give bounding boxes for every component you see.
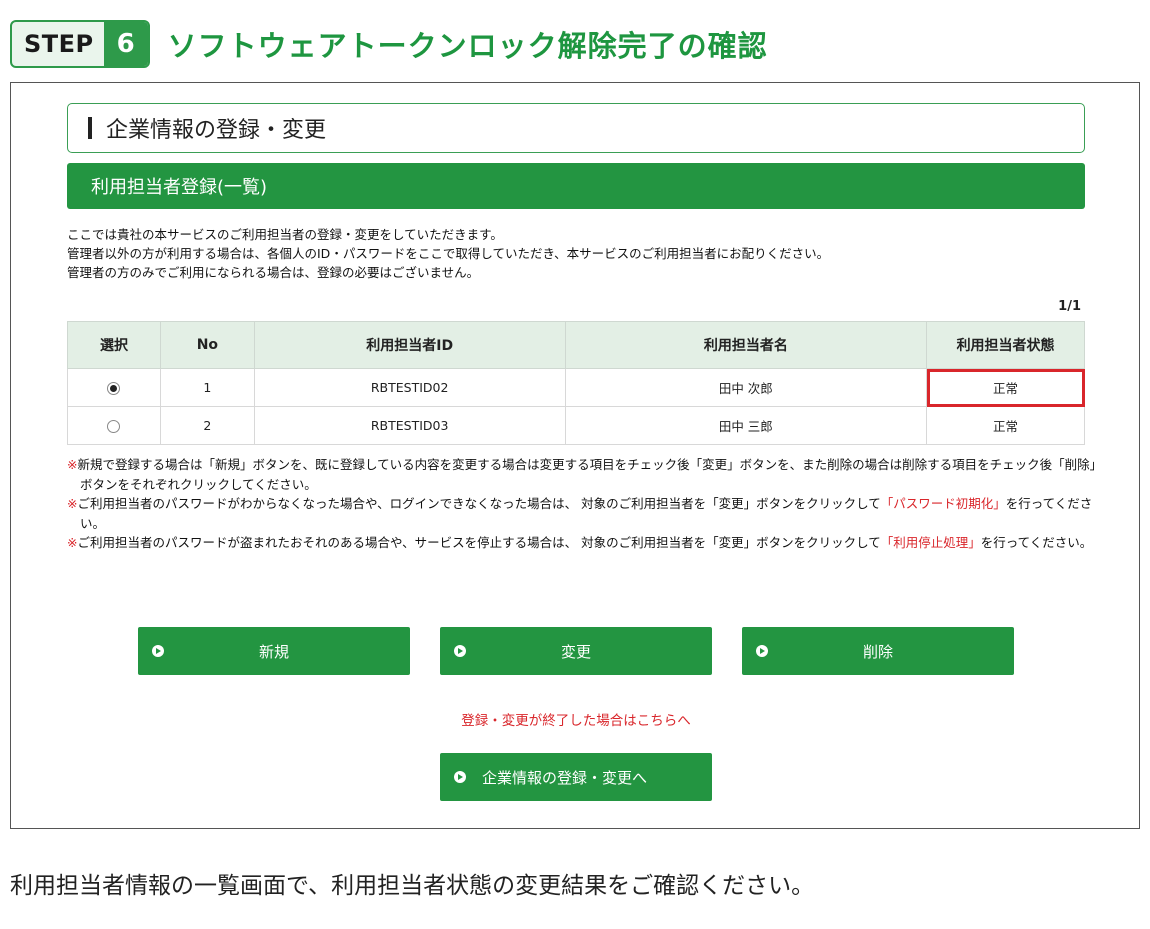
note-emphasis: 「利用停止処理」: [880, 535, 981, 550]
play-circle-icon: [454, 771, 466, 783]
note-mark: ※: [67, 535, 78, 550]
description-line: 管理者の方のみでご利用になられる場合は、登録の必要はございません。: [67, 265, 480, 280]
header-user-id: 利用担当者ID: [253, 321, 566, 369]
step-title: ソフトウェアトークンロック解除完了の確認: [167, 29, 768, 63]
back-to-company-info-button[interactable]: 企業情報の登録・変更へ: [440, 753, 712, 801]
status-cell-highlighted: 正常: [926, 368, 1085, 407]
note-mark: ※: [67, 457, 78, 472]
user-id-cell: RBTESTID02: [253, 368, 566, 407]
step-header: STEP 6 ソフトウェアトークンロック解除完了の確認: [10, 20, 768, 68]
note-text: ご利用担当者のパスワードが盗まれたおそれのある場合や、サービスを停止する場合は、…: [77, 535, 881, 550]
note-password-reset: ※ご利用担当者のパスワードがわからなくなった場合や、ログインできなくなった場合は…: [67, 494, 1097, 533]
user-name-cell: 田中 三郎: [564, 406, 928, 445]
select-radio[interactable]: [107, 420, 121, 433]
finish-link-text: 登録・変更が終了した場合はこちらへ: [461, 713, 691, 729]
new-button[interactable]: 新規: [138, 627, 410, 675]
header-select: 選択: [67, 321, 161, 369]
table-row: 2 RBTESTID03 田中 三郎 正常: [67, 406, 1085, 445]
caption: 利用担当者情報の一覧画面で、利用担当者状態の変更結果をご確認ください。: [10, 873, 815, 899]
screen-frame: 企業情報の登録・変更 利用担当者登録(一覧) ここでは貴社の本サービスのご利用担…: [10, 82, 1140, 829]
step-word: STEP: [24, 30, 94, 58]
note-text: 新規で登録する場合は「新規」ボタンを、既に登録している内容を変更する場合は変更す…: [77, 457, 1096, 492]
play-circle-icon: [454, 645, 466, 657]
user-table: 選択 No 利用担当者ID 利用担当者名 利用担当者状態 1 RBTESTID0…: [67, 321, 1085, 445]
step-badge: STEP 6: [10, 20, 150, 68]
delete-button-label: 削除: [862, 642, 893, 661]
table-header-row: 選択 No 利用担当者ID 利用担当者名 利用担当者状態: [67, 321, 1085, 369]
notes: ※新規で登録する場合は「新規」ボタンを、既に登録している内容を変更する場合は変更…: [67, 455, 1097, 553]
step-number: 6: [103, 22, 148, 66]
note-emphasis: 「パスワード初期化」: [880, 496, 1006, 511]
section-header: 企業情報の登録・変更: [67, 103, 1085, 153]
header-user-status: 利用担当者状態: [926, 321, 1085, 369]
back-button-label: 企業情報の登録・変更へ: [482, 768, 648, 787]
select-cell: [67, 368, 161, 407]
table-row: 1 RBTESTID02 田中 次郎 正常: [67, 368, 1085, 407]
note-text: を行ってください。: [980, 535, 1093, 550]
list-title-band: 利用担当者登録(一覧): [67, 163, 1085, 209]
edit-button-label: 変更: [560, 642, 591, 661]
header-user-name: 利用担当者名: [564, 321, 928, 369]
no-cell: 2: [159, 406, 255, 445]
edit-button[interactable]: 変更: [440, 627, 712, 675]
select-radio-checked[interactable]: [107, 382, 121, 395]
select-cell: [67, 406, 161, 445]
page-indicator: 1/1: [1058, 299, 1081, 314]
play-circle-icon: [152, 645, 164, 657]
user-name-cell: 田中 次郎: [564, 368, 928, 407]
section-title: 企業情報の登録・変更: [106, 118, 327, 143]
description-line: 管理者以外の方が利用する場合は、各個人のID・パスワードをここで取得していただき…: [67, 246, 830, 261]
new-button-label: 新規: [258, 642, 289, 661]
status-cell: 正常: [926, 406, 1085, 445]
no-cell: 1: [159, 368, 255, 407]
section-bar-accent: [88, 117, 92, 139]
note-mark: ※: [67, 496, 78, 511]
note-new-edit-delete: ※新規で登録する場合は「新規」ボタンを、既に登録している内容を変更する場合は変更…: [67, 455, 1097, 494]
description: ここでは貴社の本サービスのご利用担当者の登録・変更をしていただきます。 管理者以…: [67, 225, 1097, 282]
description-line: ここでは貴社の本サービスのご利用担当者の登録・変更をしていただきます。: [67, 227, 503, 242]
user-id-cell: RBTESTID03: [253, 406, 566, 445]
play-circle-icon: [756, 645, 768, 657]
list-title: 利用担当者登録(一覧): [91, 177, 268, 198]
note-text: ご利用担当者のパスワードがわからなくなった場合や、ログインできなくなった場合は、…: [77, 496, 881, 511]
header-no: No: [159, 321, 255, 369]
note-suspend: ※ご利用担当者のパスワードが盗まれたおそれのある場合や、サービスを停止する場合は…: [67, 533, 1097, 553]
delete-button[interactable]: 削除: [742, 627, 1014, 675]
